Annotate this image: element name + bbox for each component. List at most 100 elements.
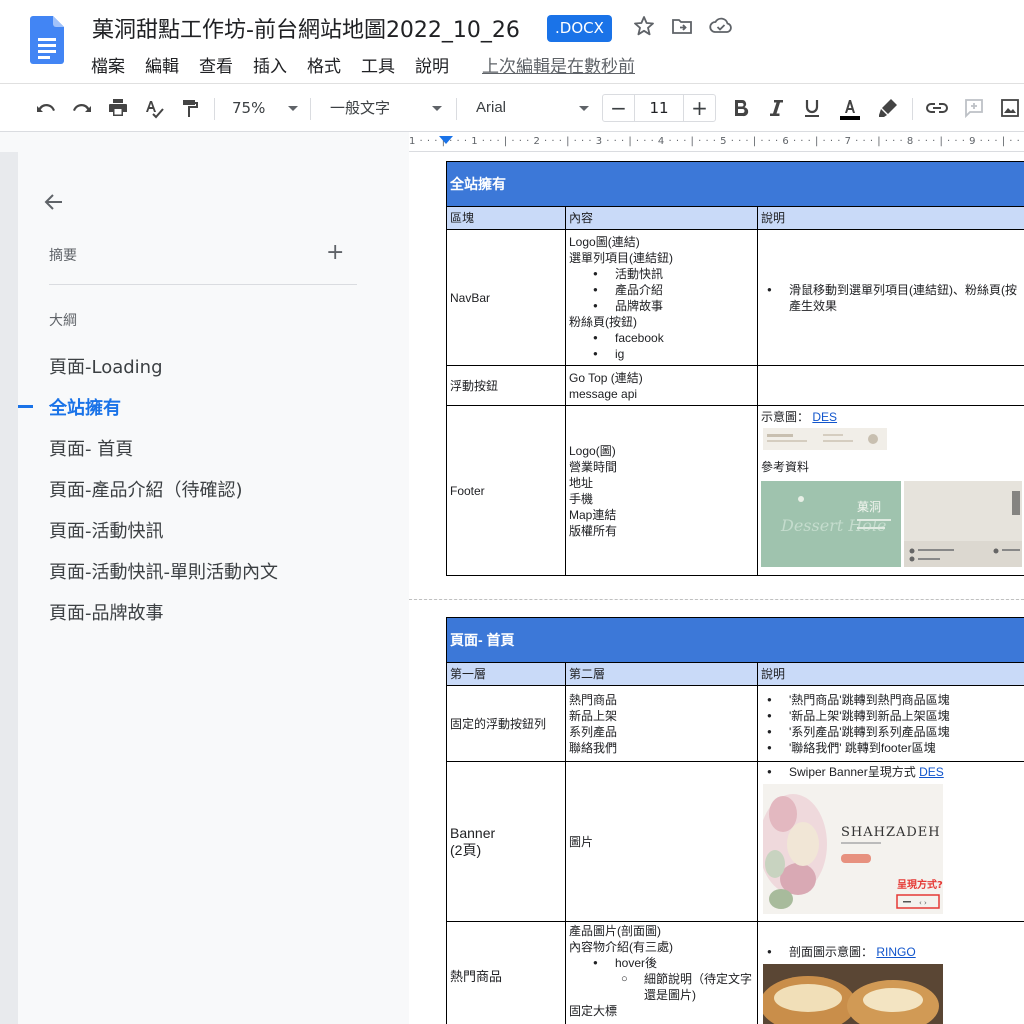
cloud-status-icon[interactable] — [708, 14, 734, 40]
list-item: Swiper Banner呈現方式 DES — [761, 764, 1024, 780]
horizontal-ruler[interactable]: 1 · · · | · · · 1 · · · | · · · 2 · · · … — [409, 132, 1024, 152]
outline-item-home[interactable]: 頁面- 首頁 — [49, 435, 133, 461]
table-row: 浮動按鈕 Go Top (連結) message api — [446, 365, 1024, 406]
table-cell: 示意圖： DES 參考資料 Dessert Hole 菓洞 — [757, 405, 1024, 576]
cell-line: (2頁) — [450, 841, 482, 858]
cell-line: Banner — [450, 824, 496, 841]
outline-item-site-wide[interactable]: 全站擁有 — [49, 394, 121, 420]
cell-line: 熱門商品 — [569, 692, 618, 707]
des-link[interactable]: DES — [919, 765, 944, 779]
font-size-input[interactable]: 11 — [635, 95, 683, 121]
underline-icon[interactable] — [801, 96, 823, 120]
indent-marker-icon[interactable] — [439, 136, 453, 144]
home-page-table: 頁面- 首頁 第一層 第二層 說明 固定的浮動按鈕列 熱門商品 新品上架 系列產… — [445, 617, 1024, 1024]
table-header: 第一層 — [446, 662, 566, 686]
cell-line: 新品上架 — [569, 708, 618, 723]
zoom-select[interactable]: 75% — [232, 96, 265, 120]
menu-view[interactable]: 查看 — [199, 52, 233, 77]
cell-line: 固定大標 — [569, 1004, 618, 1018]
table-row: 熱門商品 產品圖片(剖面圖) 內容物介紹(有三處) hover後 細節說明（待定… — [446, 921, 1024, 1024]
menu-help[interactable]: 說明 — [415, 52, 449, 77]
table-title: 全站擁有 — [446, 161, 1024, 207]
redo-icon[interactable] — [70, 96, 94, 120]
list-item: 細節說明（待定文字還是圖片) — [569, 971, 754, 1003]
docx-badge: .DOCX — [547, 15, 612, 42]
toolbar-divider — [310, 98, 311, 120]
outline-item-products[interactable]: 頁面-產品介紹（待確認) — [49, 476, 243, 502]
ringo-link[interactable]: RINGO — [876, 945, 915, 959]
table-cell: NavBar — [446, 229, 566, 366]
list-item: '系列產品'跳轉到系列產品區塊 — [761, 724, 1024, 740]
formatting-toolbar: 75% 一般文字 Arial − 11 + — [0, 84, 1024, 132]
list-item: 產品介紹 — [569, 282, 754, 298]
text-color-icon[interactable] — [838, 96, 862, 120]
list-item: '聯絡我們' 跳轉到footer區塊 — [761, 740, 1024, 756]
chevron-down-icon — [432, 106, 442, 111]
highlight-icon[interactable] — [876, 96, 900, 120]
table-cell: 浮動按鈕 — [446, 365, 566, 406]
cell-line: 營業時間 — [569, 459, 618, 474]
table-title: 頁面- 首頁 — [445, 617, 1024, 663]
increase-font-size-button[interactable]: + — [683, 95, 715, 121]
outline-item-news[interactable]: 頁面-活動快訊 — [49, 517, 164, 543]
svg-text:SHAHZADEH: SHAHZADEH — [841, 825, 941, 840]
bullet-list: facebook ig — [569, 330, 754, 362]
bullet-list: Swiper Banner呈現方式 DES — [761, 764, 1024, 780]
cell-line: 粉絲頁(按鈕) — [569, 314, 637, 329]
italic-icon[interactable] — [765, 96, 787, 120]
ruler-gutter — [0, 132, 409, 152]
table-row: NavBar Logo圖(連結) 選單列項目(連結鈕) 活動快訊 產品介紹 品牌… — [446, 229, 1024, 366]
table-cell: Footer — [446, 405, 566, 576]
menu-file[interactable]: 檔案 — [91, 52, 125, 77]
link-icon[interactable] — [924, 96, 950, 120]
cell-line: 手機 — [569, 491, 594, 506]
image-icon[interactable] — [998, 96, 1022, 120]
cell-line: 參考資料 — [761, 460, 810, 474]
document-page: 頁面- 首頁 第一層 第二層 說明 固定的浮動按鈕列 熱門商品 新品上架 系列產… — [409, 600, 1024, 1024]
decrease-font-size-button[interactable]: − — [603, 95, 635, 121]
table-cell: '熱門商品'跳轉到熱門商品區塊 '新品上架'跳轉到新品上架區塊 '系列產品'跳轉… — [756, 685, 1024, 762]
des-link[interactable]: DES — [812, 410, 837, 424]
print-icon[interactable] — [106, 96, 130, 120]
list-item: '熱門商品'跳轉到熱門商品區塊 — [761, 692, 1024, 708]
outline-item-news-article[interactable]: 頁面-活動快訊-單則活動內文 — [49, 558, 278, 584]
bold-icon[interactable] — [730, 96, 752, 120]
close-outline-arrow-icon[interactable] — [42, 190, 66, 214]
toolbar-divider — [456, 98, 457, 120]
list-item: hover後 — [569, 955, 754, 971]
table-cell: 熱門商品 — [446, 921, 566, 1024]
table-header: 第二層 — [565, 662, 758, 686]
list-item: 品牌故事 — [569, 298, 754, 314]
menu-format[interactable]: 格式 — [307, 52, 341, 77]
cell-line: 示意圖： DES — [761, 410, 838, 424]
add-summary-button[interactable]: + — [326, 240, 344, 265]
document-title[interactable]: 菓洞甜點工作坊-前台網站地圖2022_10_26 — [92, 12, 520, 44]
cell-line: message api — [569, 386, 638, 401]
paint-format-icon[interactable] — [178, 96, 202, 120]
menu-edit[interactable]: 編輯 — [145, 52, 179, 77]
menu-bar: 檔案 編輯 查看 插入 格式 工具 說明 — [91, 52, 469, 77]
outline-item-brand-story[interactable]: 頁面-品牌故事 — [49, 599, 164, 625]
font-family-select[interactable]: Arial — [476, 96, 506, 120]
menu-tools[interactable]: 工具 — [361, 52, 395, 77]
paragraph-style-select[interactable]: 一般文字 — [330, 96, 390, 120]
cell-line: Logo圖(連結) — [569, 234, 640, 249]
table-header: 內容 — [565, 206, 758, 230]
cell-line: 系列產品 — [569, 724, 618, 739]
spellcheck-icon[interactable] — [142, 96, 166, 120]
outline-item-loading[interactable]: 頁面-Loading — [49, 353, 163, 379]
last-edit-link[interactable]: 上次編輯是在數秒前 — [482, 52, 635, 77]
undo-icon[interactable] — [34, 96, 58, 120]
table-cell: 熱門商品 新品上架 系列產品 聯絡我們 — [565, 685, 758, 762]
comment-icon[interactable] — [962, 96, 986, 120]
docs-logo-icon[interactable] — [30, 16, 64, 64]
table-cell: Banner (2頁) — [446, 761, 566, 922]
move-to-folder-icon[interactable] — [670, 14, 696, 40]
bullet-list: hover後 細節說明（待定文字還是圖片) — [569, 955, 754, 1003]
star-icon[interactable] — [632, 14, 658, 40]
menu-insert[interactable]: 插入 — [253, 52, 287, 77]
list-item: 活動快訊 — [569, 266, 754, 282]
document-canvas[interactable]: 全站擁有 區塊 內容 說明 NavBar Logo圖(連結) 選單列項目(連結鈕… — [409, 152, 1024, 1024]
table-header: 說明 — [756, 662, 1024, 686]
document-outline-panel: 摘要 + 大綱 頁面-Loading 全站擁有 頁面- 首頁 頁面-產品介紹（待… — [18, 152, 409, 1024]
